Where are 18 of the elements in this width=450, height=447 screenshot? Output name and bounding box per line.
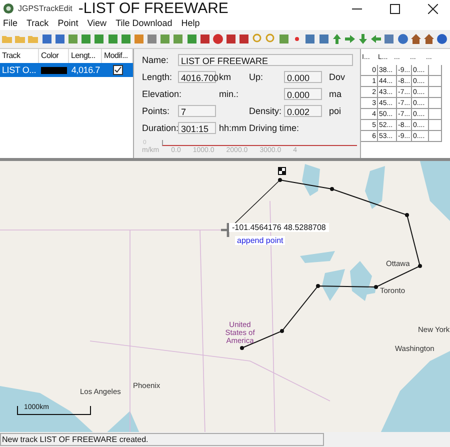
field-label: ma <box>328 88 342 99</box>
field-label: Length: <box>142 72 174 82</box>
field-label: Driving time: <box>249 122 300 133</box>
unit-label: km <box>219 72 231 82</box>
field-label: Name: <box>142 54 170 65</box>
field-label: Points: <box>142 106 171 116</box>
table-cell-text: LIST O... <box>1 64 38 77</box>
window-title: -LIST OF FREEWARE <box>78 0 228 17</box>
app-name: JGPSTrackEdit <box>18 4 72 13</box>
field-label: Dov <box>328 72 346 82</box>
unit-label: hh:mm <box>219 122 247 133</box>
field-label: Density: <box>249 106 282 116</box>
table-cell-text: 4,016.7 <box>70 64 101 77</box>
field-label: Duration: <box>142 122 178 133</box>
status-message: New track LIST OF FREEWARE created. <box>0 433 324 446</box>
field-label: Up: <box>249 72 264 82</box>
field-label: poi <box>328 106 342 116</box>
unit-label: min.: <box>219 88 239 99</box>
